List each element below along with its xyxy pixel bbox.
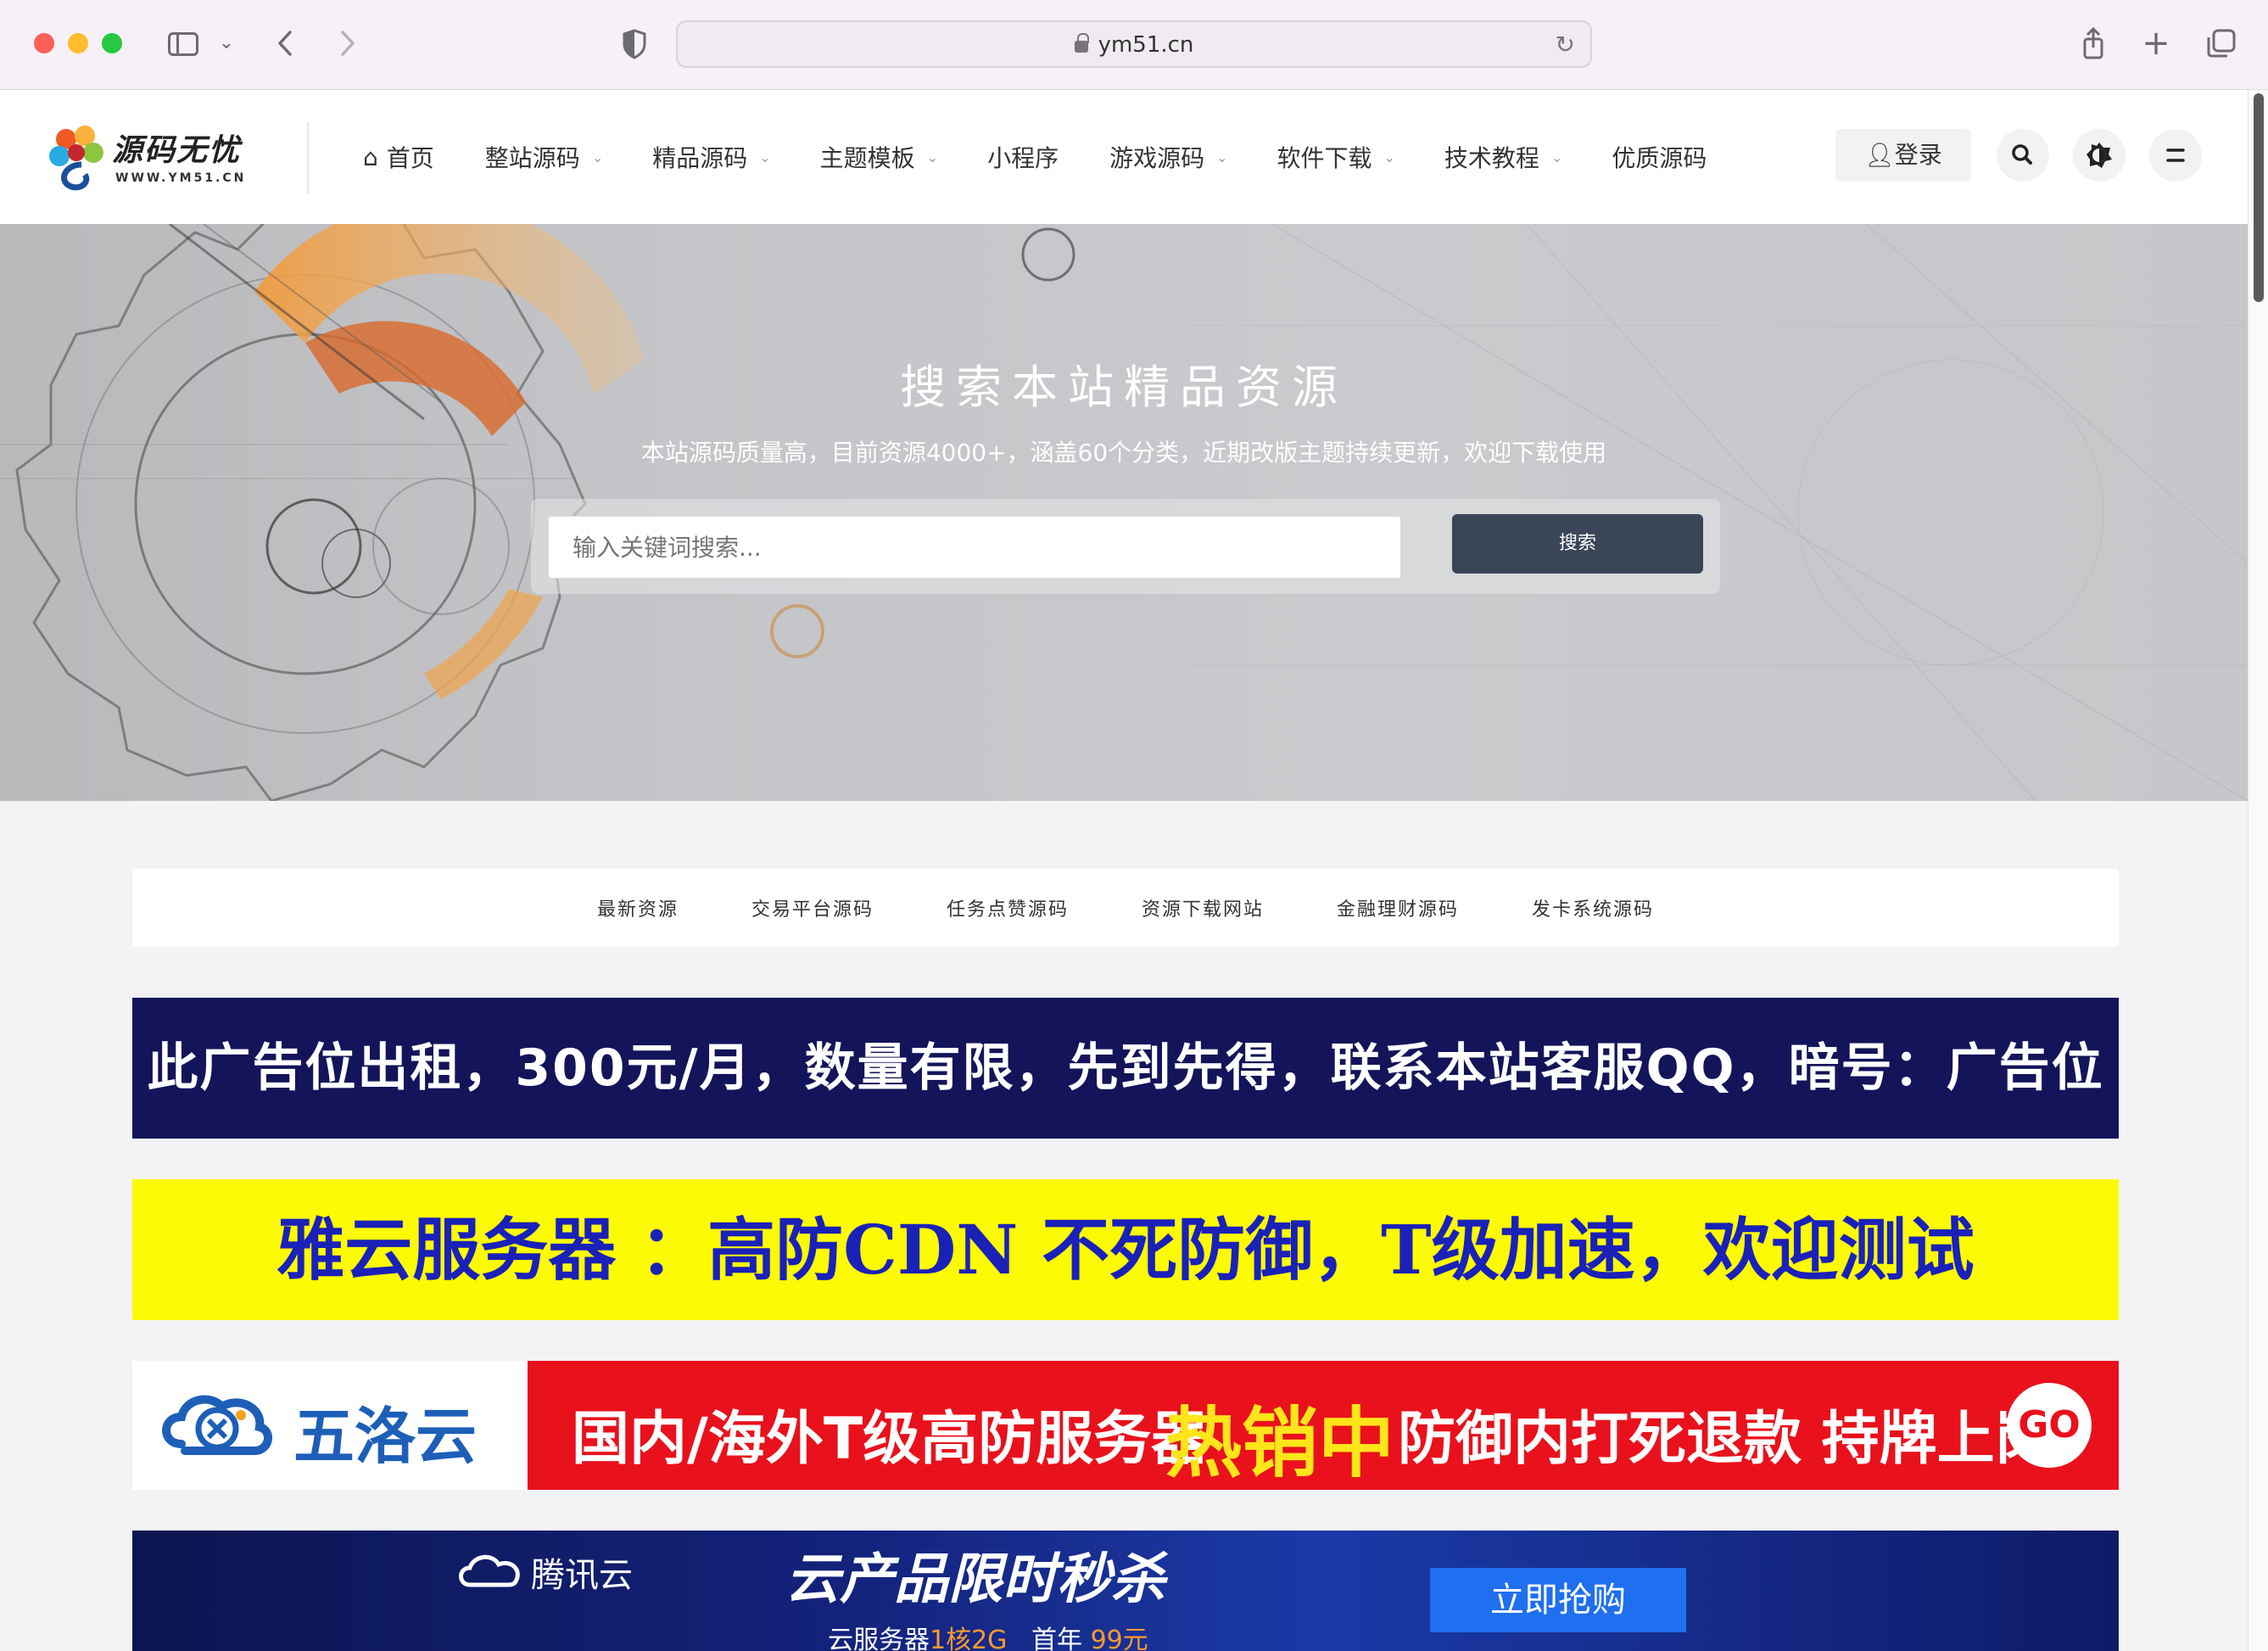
tab-trading-platform-source[interactable]: 交易平台源码 [751, 894, 874, 921]
back-icon[interactable] [270, 25, 302, 61]
zoom-window-button[interactable] [102, 33, 122, 53]
nav-item-quality-source[interactable]: 优质源码 [1612, 136, 1707, 178]
nav-item-tech-tutorials[interactable]: 技术教程 ⌄ [1444, 136, 1562, 178]
forward-icon[interactable] [331, 25, 363, 61]
search-input[interactable] [548, 516, 1401, 579]
nav-item-theme-templates[interactable]: 主题模板 ⌄ [820, 136, 938, 178]
url-text: ym51.cn [1098, 32, 1194, 58]
site-logo[interactable]: 源码无忧 WWW.YM51.CN [47, 122, 260, 193]
shield-icon[interactable] [619, 25, 650, 61]
new-tab-icon[interactable]: + [2139, 25, 2173, 61]
page-scrollbar[interactable] [2248, 90, 2268, 1651]
hero-subtitle: 本站源码质量高，目前资源4000+，涵盖60个分类，近期改版主题持续更新，欢迎下… [640, 439, 1607, 467]
theme-toggle-icon [2086, 143, 2112, 168]
tabs-overview-icon[interactable] [2202, 25, 2239, 61]
chevron-down-icon: ⌄ [1216, 148, 1228, 165]
nav-item-software-download[interactable]: 软件下载 ⌄ [1277, 136, 1395, 178]
ad-banner-tencent-cloud[interactable]: 腾讯云 云产品限时秒杀 云服务器1核2G 首年 99元 立即抢购 [132, 1531, 2119, 1651]
wuluoyun-logo-icon [162, 1395, 272, 1455]
nav-item-full-site-source[interactable]: 整站源码 ⌄ [485, 136, 603, 178]
tab-finance-source[interactable]: 金融理财源码 [1337, 894, 1459, 921]
ad4-brand-name: 腾讯云 [531, 1556, 633, 1595]
chevron-down-icon: ⌄ [591, 148, 604, 165]
hero-section: 搜索本站精品资源 本站源码质量高，目前资源4000+，涵盖60个分类，近期改版主… [0, 224, 2248, 801]
ad-banner-yayun[interactable]: 雅云服务器 ：高防CDN 不死防御，T级加速，欢迎测试 [132, 1179, 2119, 1320]
hero-title: 搜索本站精品资源 [900, 361, 1348, 414]
nav-item-premium-source[interactable]: 精品源码 ⌄ [652, 136, 770, 178]
ad3-text-1: 国内/海外T级高防服务器 [572, 1406, 1209, 1473]
logo-mark-icon [49, 126, 103, 191]
ad3-text-2: 防御内打死退款 持牌上岗 [1398, 1406, 2053, 1473]
sidebar-icon[interactable] [166, 25, 200, 61]
logo-url: WWW.YM51.CN [115, 171, 247, 185]
chevron-down-icon: ⌄ [1383, 148, 1395, 165]
logo-name: 源码无忧 [112, 133, 242, 168]
ad3-brand-panel: 五洛云 [132, 1361, 528, 1490]
nav-item-home[interactable]: ⌂ 首页 [363, 136, 434, 178]
hero-search-panel: 搜索 [531, 499, 1720, 594]
ad4-subtitle: 云服务器1核2G 首年 99元 [828, 1626, 1148, 1651]
theme-toggle-button[interactable] [2073, 129, 2126, 182]
nav-item-mini-program[interactable]: 小程序 [987, 136, 1059, 178]
tencent-cloud-logo-icon [459, 1554, 520, 1587]
ad3-hot-label: 热销中 [1165, 1399, 1394, 1488]
share-icon[interactable] [2076, 25, 2110, 61]
nav-item-game-source[interactable]: 游戏源码 ⌄ [1109, 136, 1227, 178]
ad3-brand-name: 五洛云 [293, 1401, 478, 1472]
main-nav: ⌂ 首页 整站源码 ⌄ 精品源码 ⌄ 主题模板 ⌄ 小程序 游戏源码 ⌄ 软件下载 ⌄ 技术… [363, 136, 1707, 178]
close-window-button[interactable] [34, 33, 54, 53]
login-button[interactable]: 👤︎登录 [1835, 129, 1971, 182]
menu-icon [2166, 148, 2185, 162]
ad-banner-rental-text: 此广告位出租，300元/月，数量有限，先到先得，联系本站客服QQ，暗号：广告位 [147, 1038, 2104, 1098]
user-icon: 👤︎ [1864, 141, 1895, 169]
tab-card-issuing-source[interactable]: 发卡系统源码 [1532, 894, 1654, 921]
tab-latest-resources[interactable]: 最新资源 [597, 894, 679, 921]
ad4-buy-now-button[interactable]: 立即抢购 [1430, 1568, 1686, 1632]
address-bar[interactable]: ym51.cn ↻ [676, 20, 1592, 68]
reload-icon[interactable]: ↻ [1556, 31, 1575, 59]
category-tabs: 最新资源 交易平台源码 任务点赞源码 资源下载网站 金融理财源码 发卡系统源码 [132, 869, 2119, 947]
minimize-window-button[interactable] [68, 33, 88, 53]
chevron-down-icon: ⌄ [759, 148, 771, 165]
ad4-title: 云产品限时秒杀 [785, 1548, 1165, 1611]
menu-button[interactable] [2149, 129, 2202, 182]
search-submit-button[interactable]: 搜索 [1452, 514, 1703, 574]
browser-toolbar: ⌄ ym51.cn ↻ + [0, 0, 2268, 90]
ad-banner-yayun-text: 雅云服务器 ：高防CDN 不死防御，T级加速，欢迎测试 [277, 1210, 1975, 1290]
divider [307, 122, 309, 193]
ad-banner-wuluoyun[interactable]: 五洛云 国内/海外T级高防服务器 热销中 防御内打死退款 持牌上岗 GO [132, 1361, 2119, 1490]
search-button[interactable] [1997, 129, 2049, 182]
ad3-go-button[interactable]: GO [2007, 1383, 2092, 1468]
site-header: 源码无忧 WWW.YM51.CN ⌂ 首页 整站源码 ⌄ 精品源码 ⌄ 主题模板 ⌄ 小… [0, 90, 2248, 224]
home-icon: ⌂ [363, 143, 378, 171]
ad3-red-panel: 国内/海外T级高防服务器 热销中 防御内打死退款 持牌上岗 GO [528, 1361, 2119, 1490]
tab-task-like-source[interactable]: 任务点赞源码 [947, 894, 1069, 921]
tab-resource-download-site[interactable]: 资源下载网站 [1142, 894, 1264, 921]
search-icon [2012, 144, 2032, 165]
scrollbar-thumb[interactable] [2254, 93, 2264, 302]
chevron-down-icon[interactable]: ⌄ [215, 25, 237, 61]
chevron-down-icon: ⌄ [1550, 148, 1563, 165]
chevron-down-icon: ⌄ [926, 148, 939, 165]
ad-banner-rental[interactable]: 此广告位出租，300元/月，数量有限，先到先得，联系本站客服QQ，暗号：广告位 [132, 998, 2119, 1139]
lock-icon [1074, 33, 1089, 53]
